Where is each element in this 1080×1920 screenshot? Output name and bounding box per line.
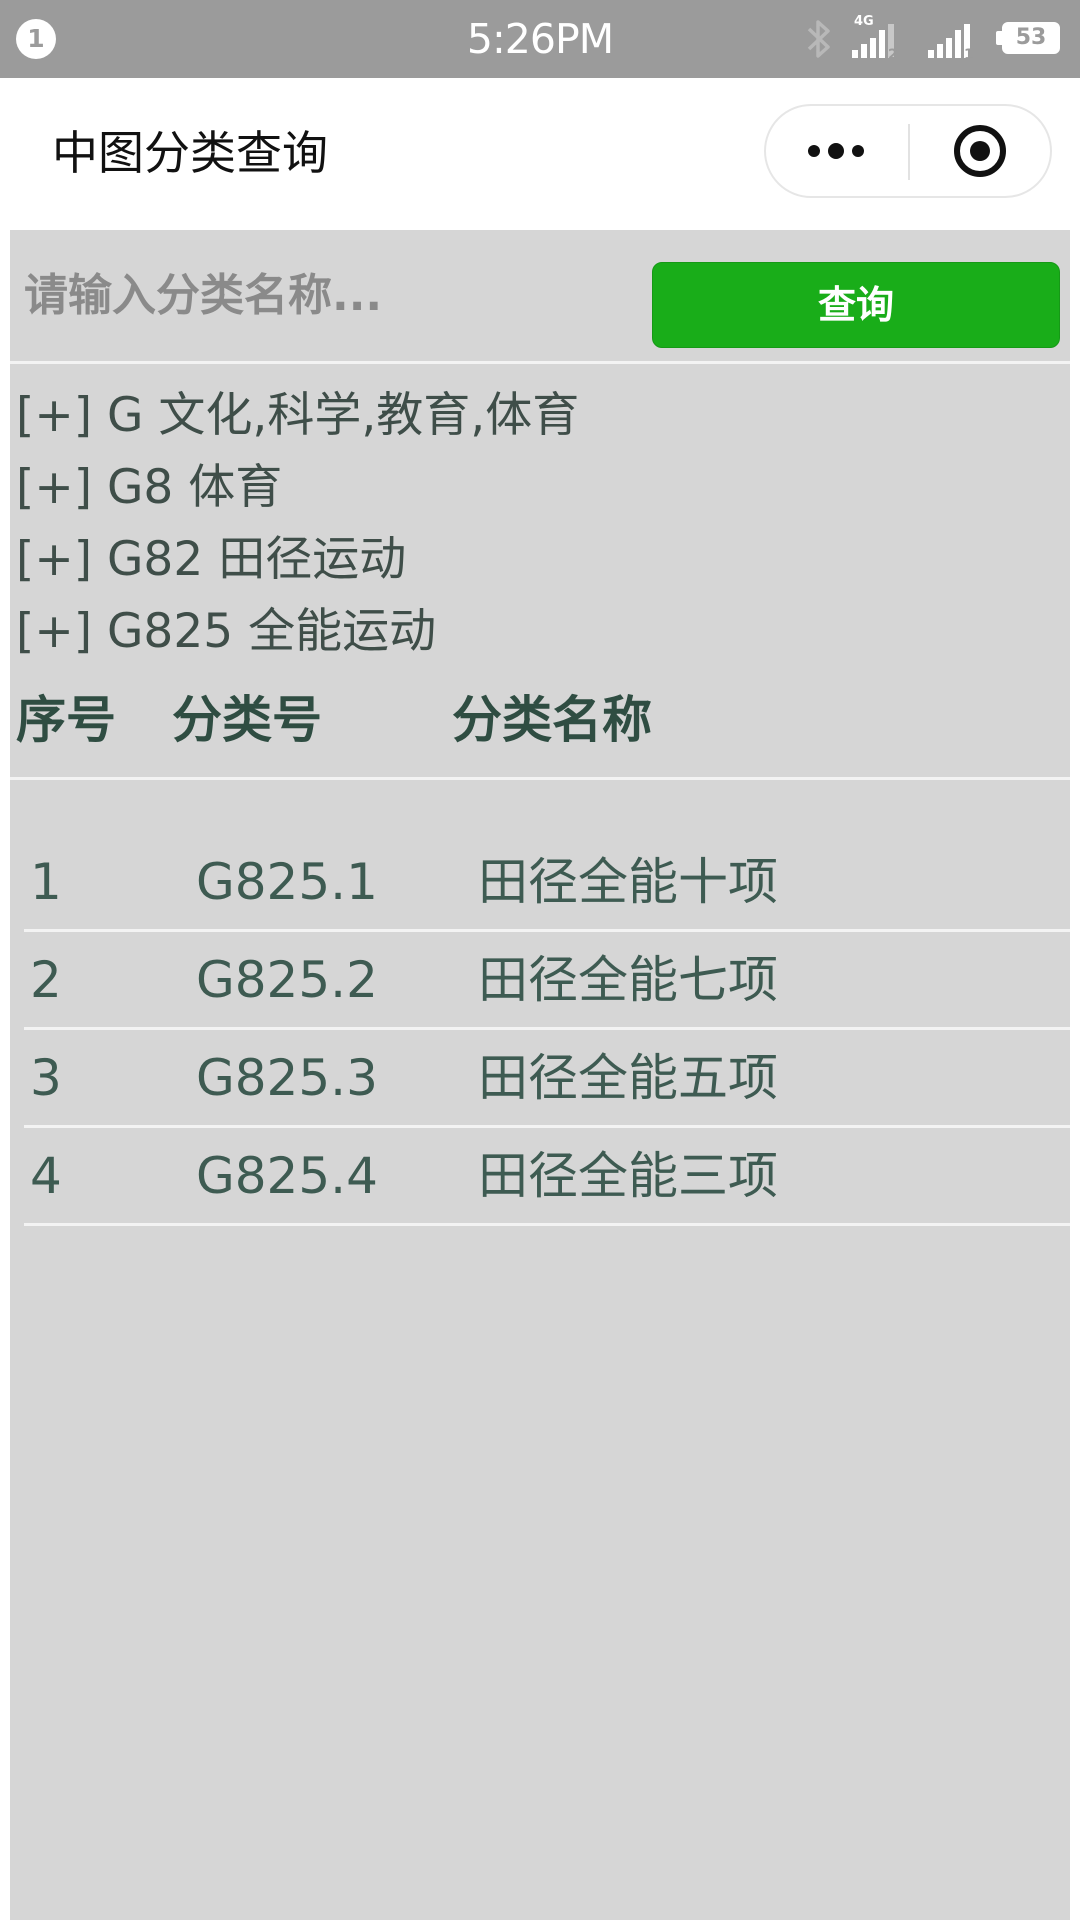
row-name: 田径全能五项 bbox=[478, 1049, 778, 1107]
column-header-index: 序号 bbox=[16, 691, 116, 749]
expand-toggle: [+] bbox=[16, 604, 93, 659]
sim-slot-2-label: 2 bbox=[888, 47, 898, 60]
battery-icon: 53 bbox=[1002, 22, 1060, 54]
bluetooth-icon bbox=[807, 20, 830, 58]
breadcrumb-item-g8[interactable]: [+] G8 体育 bbox=[16, 452, 1066, 524]
breadcrumb-label: 全能运动 bbox=[248, 604, 437, 659]
page-title: 中图分类查询 bbox=[52, 126, 328, 180]
row-name: 田径全能七项 bbox=[478, 951, 778, 1009]
close-target-icon bbox=[954, 125, 1006, 177]
nav-bar: 中图分类查询 bbox=[0, 78, 1080, 230]
sim-slot-1-label: 1 bbox=[964, 47, 974, 60]
breadcrumb-item-g[interactable]: [+] G 文化,科学,教育,体育 bbox=[16, 380, 1066, 452]
breadcrumb: [+] G 文化,科学,教育,体育 [+] G8 体育 [+] G82 田径运动… bbox=[16, 380, 1066, 668]
row-index: 1 bbox=[30, 853, 62, 911]
row-index: 4 bbox=[30, 1147, 62, 1205]
row-code: G825.1 bbox=[196, 853, 378, 911]
result-table: 1 G825.1 田径全能十项 2 G825.2 田径全能七项 3 G825.3… bbox=[24, 834, 1070, 1226]
row-name: 田径全能三项 bbox=[478, 1147, 778, 1205]
row-index: 3 bbox=[30, 1049, 62, 1107]
breadcrumb-label: 田径运动 bbox=[218, 532, 407, 587]
status-time: 5:26PM bbox=[466, 15, 614, 63]
signal-icon-sim-2: 2 bbox=[852, 24, 898, 60]
row-code: G825.2 bbox=[196, 951, 378, 1009]
breadcrumb-label: 文化,科学,教育,体育 bbox=[158, 388, 580, 443]
mini-program-capsule bbox=[764, 104, 1052, 198]
row-index: 2 bbox=[30, 951, 62, 1009]
content-area: 查询 [+] G 文化,科学,教育,体育 [+] G8 体育 [+] G82 田… bbox=[10, 230, 1070, 1920]
expand-toggle: [+] bbox=[16, 388, 93, 443]
column-header-code: 分类号 bbox=[172, 691, 322, 749]
search-bar: 查询 bbox=[10, 230, 1070, 364]
breadcrumb-code: G82 bbox=[107, 532, 204, 587]
more-button[interactable] bbox=[766, 106, 908, 196]
breadcrumb-label: 体育 bbox=[188, 460, 283, 515]
table-header: 序号 分类号 分类名称 bbox=[10, 666, 1070, 780]
breadcrumb-code: G bbox=[107, 388, 144, 443]
signal-icon-sim-1: 1 bbox=[928, 24, 974, 60]
status-bar: 1 5:26PM 4G 2 1 53 bbox=[0, 0, 1080, 78]
table-row[interactable]: 1 G825.1 田径全能十项 bbox=[24, 834, 1070, 932]
search-button[interactable]: 查询 bbox=[652, 262, 1060, 348]
expand-toggle: [+] bbox=[16, 460, 93, 515]
close-button[interactable] bbox=[910, 106, 1050, 196]
row-code: G825.4 bbox=[196, 1147, 378, 1205]
table-row[interactable]: 3 G825.3 田径全能五项 bbox=[24, 1030, 1070, 1128]
row-code: G825.3 bbox=[196, 1049, 378, 1107]
table-row[interactable]: 2 G825.2 田径全能七项 bbox=[24, 932, 1070, 1030]
more-icon bbox=[808, 143, 864, 159]
breadcrumb-code: G825 bbox=[107, 604, 234, 659]
breadcrumb-item-g825[interactable]: [+] G825 全能运动 bbox=[16, 596, 1066, 668]
row-name: 田径全能十项 bbox=[478, 853, 778, 911]
expand-toggle: [+] bbox=[16, 532, 93, 587]
column-header-name: 分类名称 bbox=[452, 691, 652, 749]
search-input[interactable] bbox=[24, 260, 634, 330]
breadcrumb-code: G8 bbox=[107, 460, 174, 515]
breadcrumb-item-g82[interactable]: [+] G82 田径运动 bbox=[16, 524, 1066, 596]
table-row[interactable]: 4 G825.4 田径全能三项 bbox=[24, 1128, 1070, 1226]
